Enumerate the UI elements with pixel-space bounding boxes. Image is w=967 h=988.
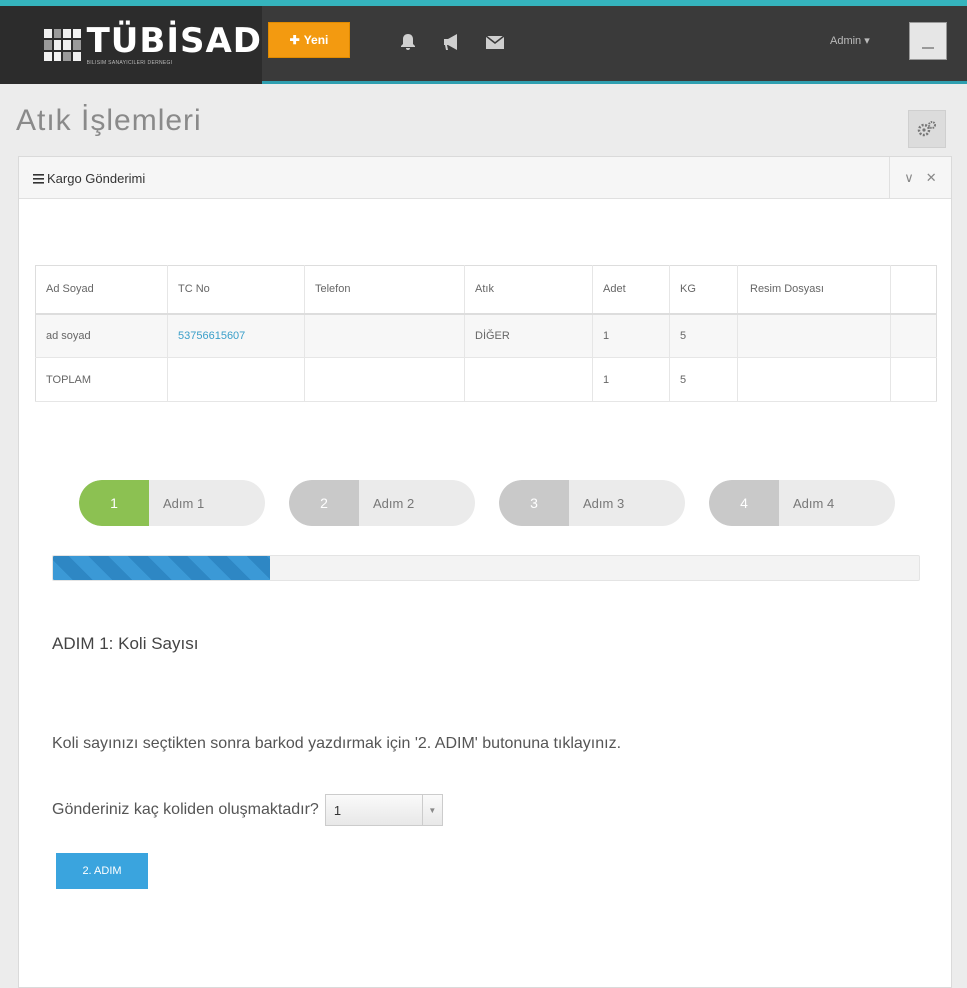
wizard-step-2[interactable]: 2 Adım 2 [289, 480, 475, 526]
bell-icon[interactable] [396, 30, 420, 54]
step-number: 3 [499, 480, 569, 526]
megaphone-icon[interactable] [440, 30, 464, 54]
table-cell: 5 [669, 357, 738, 402]
step-number: 4 [709, 480, 779, 526]
table-cell [737, 313, 891, 358]
new-button-label: Yeni [303, 33, 329, 47]
brand-subtitle: BILISIM SANAYICILERI DERNEGI [86, 60, 173, 66]
table-cell: TOPLAM [46, 373, 92, 386]
logo-mark-icon [44, 29, 81, 61]
wizard-steps: 1 Adım 1 2 Adım 2 3 Adım 3 4 Adım 4 [79, 480, 899, 526]
step2-button[interactable]: 2. ADIM [56, 853, 148, 889]
bars-icon [33, 173, 44, 184]
cargo-panel: Kargo Gönderimi ∨ ✕ Ad Soyad TC No Telef… [18, 156, 952, 988]
chevron-down-icon[interactable]: ∨ [904, 170, 914, 186]
table-cell: 5 [669, 313, 738, 358]
panel-header: Kargo Gönderimi ∨ ✕ [19, 157, 951, 199]
tc-link[interactable]: 53756615607 [167, 313, 305, 358]
table-cell [304, 357, 465, 402]
column-header: TC No [167, 265, 305, 314]
table-cell [167, 357, 305, 402]
step-heading: ADIM 1: Koli Sayısı [52, 634, 199, 653]
column-header: Ad Soyad [46, 283, 94, 296]
plus-icon: ✚ [289, 33, 300, 47]
column-header: Telefon [304, 265, 465, 314]
step-number: 1 [79, 480, 149, 526]
waste-table: Ad Soyad TC No Telefon Atık Adet KG Resi… [35, 265, 937, 402]
table-row: ad soyad 53756615607 DİĞER 1 5 [35, 313, 937, 358]
wizard-progress-bar [52, 555, 920, 581]
table-cell [890, 357, 937, 402]
wizard-step-3[interactable]: 3 Adım 3 [499, 480, 685, 526]
table-cell: DİĞER [464, 313, 593, 358]
progress-fill [53, 556, 270, 580]
brand-logo[interactable]: TÜBİSAD BILISIM SANAYICILERI DERNEGI [0, 6, 262, 84]
new-button[interactable]: ✚ Yeni [268, 22, 350, 58]
table-cell: ad soyad [46, 329, 91, 342]
package-count-question: Gönderiniz kaç koliden oluşmaktadır? [52, 801, 319, 818]
table-cell [737, 357, 891, 402]
envelope-icon[interactable] [483, 30, 507, 54]
package-count-value: 1 [333, 802, 342, 818]
column-header: Resim Dosyası [737, 265, 891, 314]
top-navbar: TÜBİSAD BILISIM SANAYICILERI DERNEGI ✚ Y… [0, 6, 967, 84]
table-cell: 1 [592, 313, 670, 358]
column-header [890, 265, 937, 314]
step-instruction: Koli sayınızı seçtikten sonra barkod yaz… [52, 735, 622, 752]
package-count-row: Gönderiniz kaç koliden oluşmaktadır? 1 ▼ [52, 794, 443, 826]
avatar[interactable] [909, 22, 947, 60]
user-menu-name[interactable]: Admin ▾ [830, 34, 870, 47]
table-cell: 1 [592, 357, 670, 402]
table-cell [304, 313, 465, 358]
gears-icon [917, 121, 936, 137]
package-count-select[interactable]: 1 ▼ [324, 794, 443, 826]
table-header-row: Ad Soyad TC No Telefon Atık Adet KG Resi… [35, 265, 937, 314]
brand-name: TÜBİSAD [86, 21, 262, 61]
wizard-step-4[interactable]: 4 Adım 4 [709, 480, 895, 526]
chevron-down-icon: ▼ [421, 795, 442, 825]
step-label: Adım 1 [163, 495, 205, 511]
step-label: Adım 2 [373, 495, 415, 511]
step-label: Adım 4 [793, 495, 835, 511]
panel-title: Kargo Gönderimi [47, 171, 146, 186]
column-header: Atık [464, 265, 593, 314]
table-row: TOPLAM 1 5 [35, 357, 937, 402]
step-number: 2 [289, 480, 359, 526]
step-label: Adım 3 [583, 495, 625, 511]
column-header: Adet [592, 265, 670, 314]
page-title: Atık İşlemleri [16, 104, 202, 137]
wizard-step-1[interactable]: 1 Adım 1 [79, 480, 265, 526]
column-header: KG [669, 265, 738, 314]
settings-button[interactable] [908, 110, 946, 148]
table-cell [464, 357, 593, 402]
table-cell [890, 313, 937, 358]
close-icon[interactable]: ✕ [926, 170, 937, 186]
